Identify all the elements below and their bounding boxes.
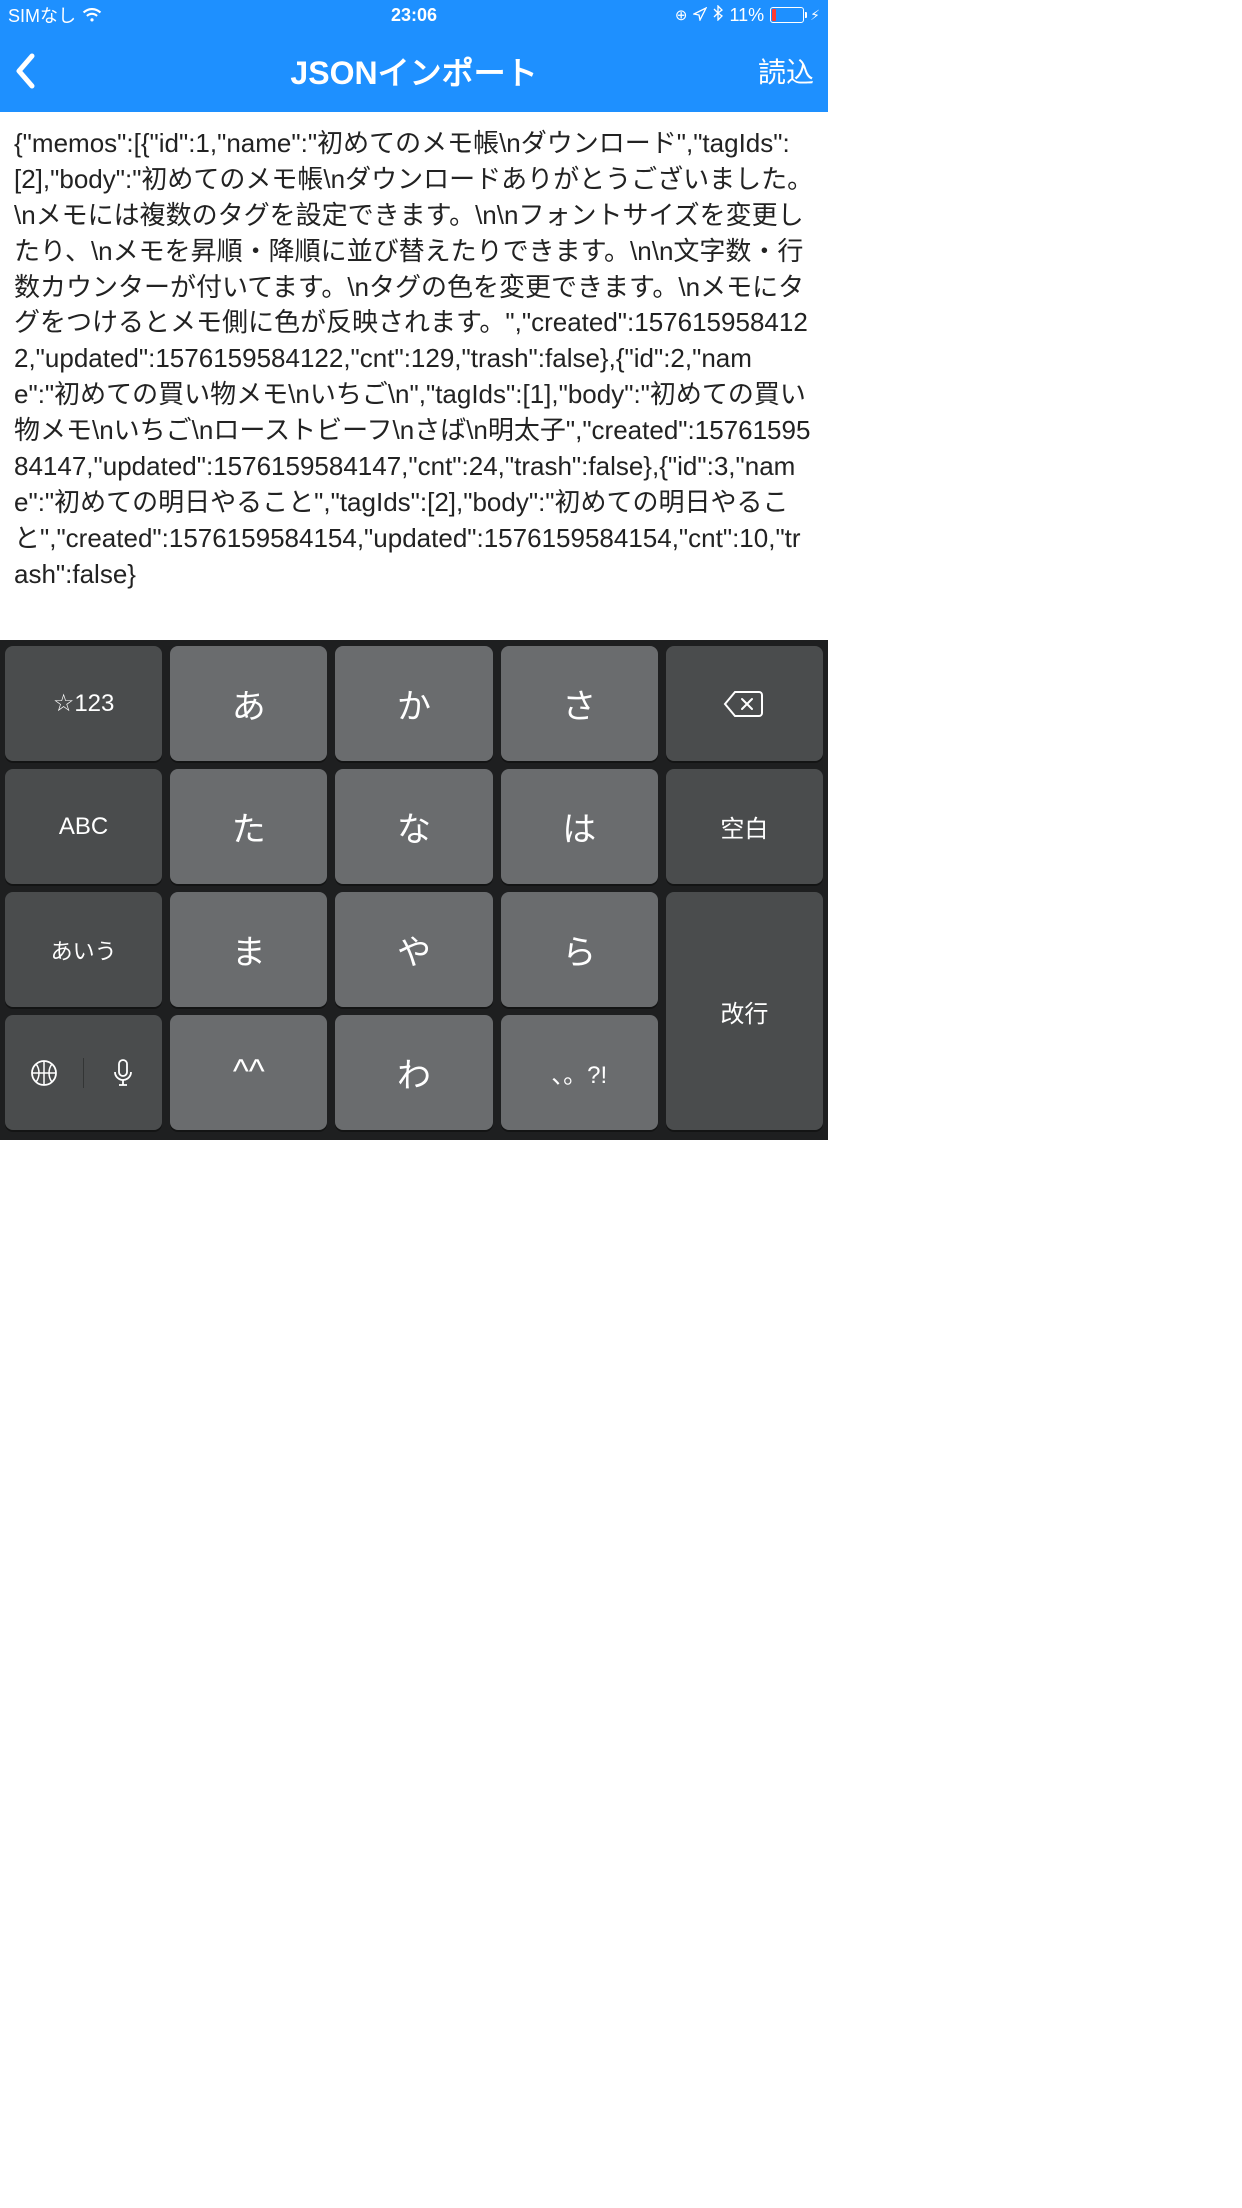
key-wa[interactable]: わ xyxy=(335,1015,492,1130)
status-bar: SIMなし 23:06 ⊕ 11% ⚡︎ xyxy=(0,0,828,30)
key-return[interactable]: 改行 xyxy=(666,892,823,1130)
page-title: JSONインポート xyxy=(0,48,828,94)
key-mode-abc[interactable]: ABC xyxy=(5,769,162,884)
status-time: 23:06 xyxy=(391,5,437,26)
location-icon xyxy=(693,5,707,26)
key-ya[interactable]: や xyxy=(335,892,492,1007)
key-globe[interactable] xyxy=(5,1058,84,1088)
key-mic[interactable] xyxy=(84,1058,162,1088)
json-input[interactable]: {"memos":[{"id":1,"name":"初めてのメモ帳\nダウンロー… xyxy=(14,126,814,640)
sim-status: SIMなし xyxy=(8,2,76,28)
key-ta[interactable]: た xyxy=(170,769,327,884)
key-backspace[interactable] xyxy=(666,646,823,761)
charging-icon: ⚡︎ xyxy=(810,7,820,24)
key-ha[interactable]: は xyxy=(501,769,658,884)
key-na[interactable]: な xyxy=(335,769,492,884)
key-a[interactable]: あ xyxy=(170,646,327,761)
back-button[interactable] xyxy=(14,46,64,96)
battery-icon xyxy=(770,7,804,23)
key-sa[interactable]: さ xyxy=(501,646,658,761)
key-mode-numsym[interactable]: ☆123 xyxy=(5,646,162,761)
key-mode-kana[interactable]: あいう xyxy=(5,892,162,1007)
key-globe-mic-row xyxy=(5,1015,162,1130)
key-ma[interactable]: ま xyxy=(170,892,327,1007)
key-komoji[interactable]: ^^ xyxy=(170,1015,327,1130)
import-button[interactable]: 読込 xyxy=(758,51,814,91)
key-ka[interactable]: か xyxy=(335,646,492,761)
content-area: {"memos":[{"id":1,"name":"初めてのメモ帳\nダウンロー… xyxy=(0,112,828,640)
orientation-lock-icon: ⊕ xyxy=(675,6,688,24)
key-space[interactable]: 空白 xyxy=(666,769,823,884)
keyboard: ☆123 あ か さ ABC た な は 空白 あいう ま や ら 改行 ^^ … xyxy=(0,640,828,1140)
battery-percent: 11% xyxy=(729,5,764,26)
key-ra[interactable]: ら xyxy=(501,892,658,1007)
bluetooth-icon xyxy=(713,5,723,26)
key-punct[interactable]: 、。?! xyxy=(501,1015,658,1130)
nav-bar: JSONインポート 読込 xyxy=(0,30,828,112)
wifi-icon xyxy=(82,8,102,23)
